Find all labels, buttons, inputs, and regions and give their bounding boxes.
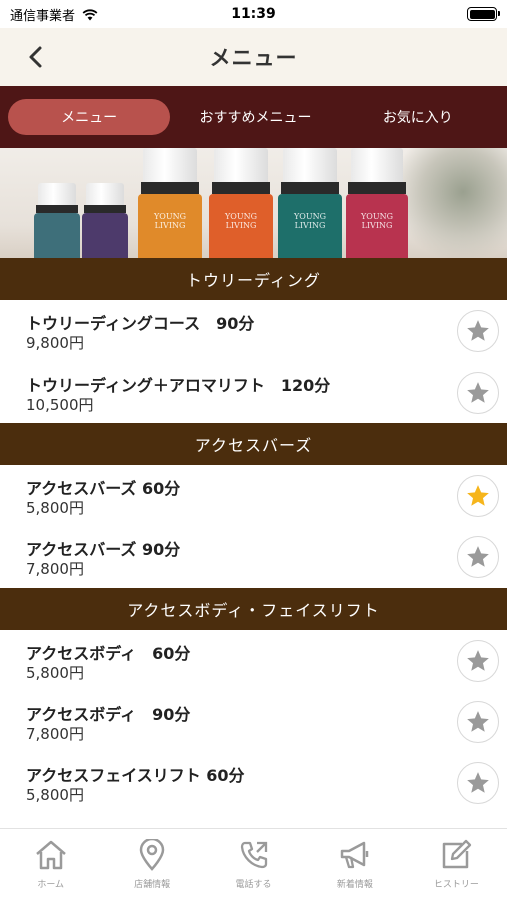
menu-item[interactable]: アクセスフェイスリフト 60分 5,800円: [0, 752, 507, 814]
star-icon: [467, 772, 489, 793]
megaphone-icon: [340, 841, 369, 869]
tabbar-news[interactable]: 新着情報: [304, 829, 405, 900]
tabbar-home[interactable]: ホーム: [0, 829, 101, 900]
section-header: アクセスボディ・フェイスリフト: [0, 588, 507, 630]
favorite-button[interactable]: [457, 701, 499, 743]
favorite-button[interactable]: [457, 640, 499, 682]
oil-bottle-6: YOUNG LIVING: [346, 148, 408, 258]
bottle-label: YOUNG LIVING: [224, 212, 257, 230]
menu-item-price: 7,800円: [26, 560, 84, 578]
menu-item-price: 5,800円: [26, 786, 84, 804]
menu-item-price: 5,800円: [26, 499, 84, 517]
section-header: アクセスバーズ: [0, 423, 507, 465]
oil-bottle-3: YOUNG LIVING: [138, 148, 202, 258]
tab-favorites[interactable]: お気に入り: [337, 99, 499, 135]
status-bar: 通信事業者 11:39: [0, 0, 507, 28]
star-icon: [467, 382, 489, 403]
star-icon: [467, 650, 489, 671]
oil-bottle-1: [34, 183, 80, 258]
favorite-button[interactable]: [457, 310, 499, 352]
menu-item-name: トウリーディング＋アロマリフト 120分: [26, 376, 331, 395]
menu-item-name: アクセスボディ 90分: [26, 705, 191, 724]
star-filled-icon: [467, 485, 489, 506]
tab-menu[interactable]: メニュー: [8, 99, 171, 135]
phone-icon: [240, 841, 267, 869]
menu-tabs: メニュー おすすめメニュー お気に入り: [0, 86, 507, 148]
menu-item-price: 10,500円: [26, 396, 94, 414]
menu-item[interactable]: アクセスボディ 90分 7,800円: [0, 691, 507, 753]
favorite-button[interactable]: [457, 372, 499, 414]
menu-item-name: アクセスボディ 60分: [26, 644, 191, 663]
tabbar-label: 電話する: [235, 880, 272, 890]
edit-icon: [443, 839, 472, 869]
menu-item[interactable]: アクセスボディ 60分 5,800円: [0, 630, 507, 692]
star-icon: [467, 320, 489, 341]
bottle-label: YOUNG LIVING: [360, 212, 393, 230]
star-icon: [467, 711, 489, 732]
menu-item-name: トウリーディングコース 90分: [26, 314, 255, 333]
menu-item-price: 7,800円: [26, 725, 84, 743]
oil-bottle-5: YOUNG LIVING: [278, 148, 342, 258]
tabbar-label: ホーム: [37, 880, 65, 890]
tabbar-label: 新着情報: [336, 880, 373, 890]
wifi-icon: [82, 8, 98, 20]
status-left: 通信事業者: [10, 5, 99, 24]
favorite-button[interactable]: [457, 536, 499, 578]
favorite-button[interactable]: [457, 475, 499, 517]
oil-bottle-4: YOUNG LIVING: [209, 148, 273, 258]
menu-item[interactable]: トウリーディングコース 90分 9,800円: [0, 300, 507, 362]
menu-item[interactable]: トウリーディング＋アロマリフト 120分 10,500円: [0, 362, 507, 424]
section-header: トウリーディング: [0, 258, 507, 300]
map-pin-icon: [139, 839, 165, 871]
menu-item-name: アクセスバーズ 60分: [26, 479, 181, 498]
tabbar-store-info[interactable]: 店舗情報: [101, 829, 202, 900]
back-button[interactable]: [18, 40, 52, 74]
bottom-tab-bar: ホーム 店舗情報 電話する 新着情報 ヒストリー: [0, 828, 507, 900]
bottle-label: YOUNG LIVING: [153, 212, 186, 230]
tabbar-label: 店舗情報: [134, 880, 171, 890]
menu-item-name: アクセスフェイスリフト 60分: [26, 766, 245, 785]
star-icon: [467, 546, 489, 567]
chevron-left-icon: [29, 46, 42, 68]
nav-header: メニュー: [0, 28, 507, 86]
tabbar-history[interactable]: ヒストリー: [406, 829, 507, 900]
banner-image: YOUNG LIVING YOUNG LIVING YOUNG LIVING Y…: [0, 148, 507, 258]
bottle-label: YOUNG LIVING: [293, 212, 326, 230]
tabbar-label: ヒストリー: [433, 880, 479, 890]
page-title: メニュー: [209, 46, 298, 70]
menu-item-name: アクセスバーズ 90分: [26, 540, 181, 559]
tab-recommended-menu[interactable]: おすすめメニュー: [174, 99, 336, 135]
carrier-label: 通信事業者: [10, 8, 76, 24]
menu-item-price: 5,800円: [26, 664, 84, 682]
home-icon: [35, 840, 66, 870]
menu-item[interactable]: アクセスバーズ 90分 7,800円: [0, 526, 507, 588]
menu-item-price: 9,800円: [26, 334, 84, 352]
oil-bottle-2: [82, 183, 128, 258]
battery-icon: [467, 7, 500, 21]
favorite-button[interactable]: [457, 762, 499, 804]
tabbar-call[interactable]: 電話する: [203, 829, 304, 900]
menu-item[interactable]: アクセスバーズ 60分 5,800円: [0, 465, 507, 527]
plant-decoration: [397, 148, 507, 258]
